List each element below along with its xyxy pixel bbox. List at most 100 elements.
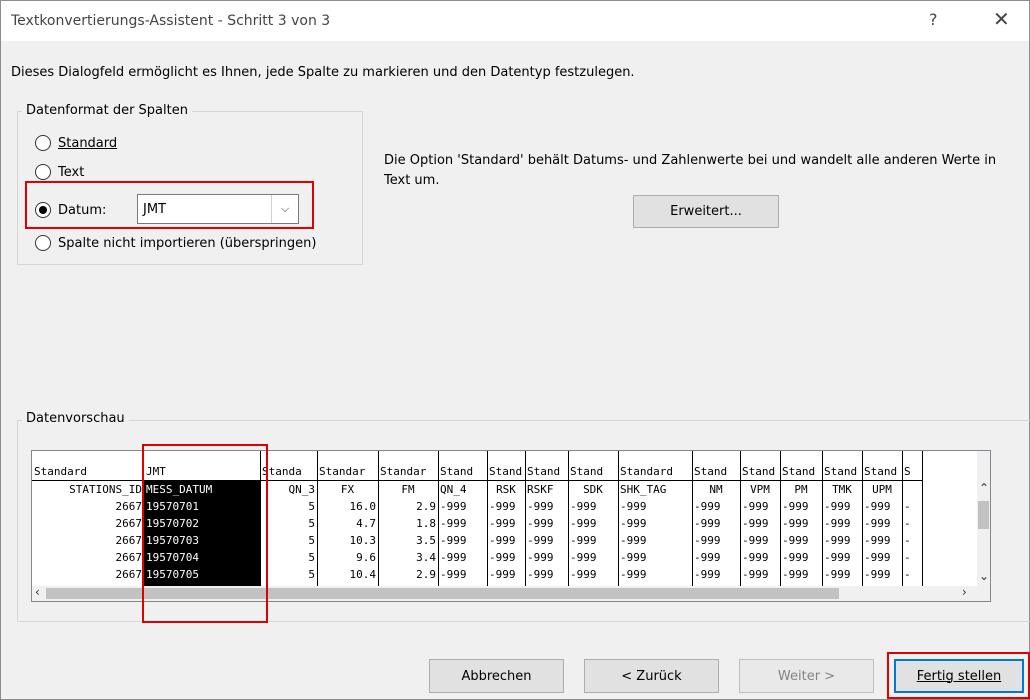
radio-standard[interactable]: Standard [35, 135, 117, 151]
preview-cell: -999 [864, 517, 891, 530]
preview-cell: -999 [782, 551, 809, 564]
preview-cell: -999 [694, 534, 721, 547]
radio-button[interactable] [35, 164, 51, 180]
column-type-header[interactable]: Stand [862, 463, 902, 481]
preview-cell: -999 [527, 551, 554, 564]
back-button[interactable]: < Zurück [584, 659, 719, 693]
radio-skip-label: Spalte nicht importieren (überspringen) [58, 235, 317, 251]
preview-column[interactable]: Standa QN_3 5 5 5 5 5 [260, 451, 318, 586]
vertical-scrollbar[interactable]: ⌃ ⌄ [977, 451, 990, 586]
cancel-button[interactable]: Abbrechen [429, 659, 564, 693]
radio-text[interactable]: Text [35, 164, 84, 180]
column-type-header[interactable]: Stand [487, 463, 525, 481]
preview-cell: -999 [620, 500, 647, 513]
preview-cell: 2667 [115, 500, 143, 513]
preview-cell: 5 [308, 500, 315, 513]
column-name-cell: UPM [872, 483, 892, 496]
preview-cell: -999 [782, 500, 809, 513]
preview-cell: 10.4 [349, 568, 377, 581]
next-button[interactable]: Weiter > [739, 659, 874, 693]
preview-column[interactable]: Standard SHK_TAG -999 -999 -999 -999 -999 [618, 451, 693, 586]
preview-cell: - [904, 517, 911, 530]
scroll-left-icon[interactable]: ‹ [35, 585, 40, 599]
radio-button[interactable] [35, 235, 51, 251]
title-bar: Textkonvertierungs-Assistent - Schritt 3… [1, 1, 1029, 41]
preview-cell: -999 [620, 534, 647, 547]
column-type-header[interactable]: Stand [740, 463, 780, 481]
preview-cell: -999 [742, 551, 769, 564]
preview-column[interactable]: Standar FM 2.9 1.8 3.5 3.4 2.9 [378, 451, 439, 586]
preview-column[interactable]: Stand UPM -999 -999 -999 -999 -999 [862, 451, 903, 586]
column-name-cell [902, 481, 922, 498]
column-name-cell: FM [401, 483, 415, 496]
preview-cell: -999 [570, 534, 597, 547]
column-type-header[interactable]: Stand [822, 463, 862, 481]
preview-column[interactable]: Stand QN_4 -999 -999 -999 -999 -999 [438, 451, 488, 586]
preview-cell: -999 [527, 517, 554, 530]
close-icon[interactable]: ✕ [993, 7, 1010, 31]
help-icon[interactable]: ? [929, 10, 938, 29]
preview-column[interactable]: Stand TMK -999 -999 -999 -999 -999 [822, 451, 863, 586]
preview-cell: -999 [782, 534, 809, 547]
column-type-header[interactable]: Standard [32, 463, 144, 481]
cancel-button-label: Abbrechen [461, 668, 532, 684]
data-preview-label: Datenvorschau [22, 411, 129, 426]
preview-cell: -999 [570, 568, 597, 581]
date-option-highlight [25, 181, 314, 229]
preview-cell: - [904, 551, 911, 564]
preview-cell: 2667 [115, 517, 143, 530]
intro-text: Dieses Dialogfeld ermöglicht es Ihnen, j… [11, 65, 635, 80]
preview-cell: -999 [694, 517, 721, 530]
preview-cell: -999 [742, 500, 769, 513]
column-type-header[interactable]: Standa [260, 463, 317, 481]
preview-cell: -999 [489, 534, 516, 547]
preview-cell: 10.3 [349, 534, 377, 547]
preview-cell: - [904, 500, 911, 513]
preview-cell: -999 [782, 517, 809, 530]
preview-cell: -999 [864, 500, 891, 513]
preview-cell: -999 [570, 551, 597, 564]
radio-button[interactable] [35, 135, 51, 151]
text-import-wizard-dialog: Textkonvertierungs-Assistent - Schritt 3… [0, 0, 1030, 700]
scroll-down-icon[interactable]: ⌄ [979, 569, 989, 583]
preview-column[interactable]: Stand RSK -999 -999 -999 -999 -999 [487, 451, 526, 586]
preview-column[interactable]: Standard STATIONS_ID 2667 2667 2667 2667 2667 [32, 451, 145, 586]
preview-cell: 2.9 [416, 568, 436, 581]
preview-column[interactable]: Stand NM -999 -999 -999 -999 -999 [692, 451, 741, 586]
preview-cell: 16.0 [349, 500, 377, 513]
column-type-header[interactable]: Stand [438, 463, 487, 481]
preview-cell: -999 [440, 568, 467, 581]
preview-cell: -999 [742, 517, 769, 530]
finish-button-highlight [887, 652, 1030, 699]
advanced-button[interactable]: Erweitert... [633, 195, 779, 228]
column-type-header[interactable]: Standard [618, 463, 692, 481]
column-type-header[interactable]: Standar [378, 463, 438, 481]
column-type-header[interactable]: Stand [692, 463, 740, 481]
preview-column[interactable]: Stand PM -999 -999 -999 -999 -999 [780, 451, 823, 586]
scroll-right-icon[interactable]: › [962, 585, 967, 599]
next-button-label: Weiter > [777, 668, 836, 684]
preview-cell: -999 [440, 551, 467, 564]
preview-column[interactable]: Standar FX 16.0 4.7 10.3 9.6 10.4 [317, 451, 379, 586]
column-name-cell: TMK [832, 483, 852, 496]
radio-standard-label: Standard [58, 135, 118, 151]
preview-column[interactable]: Stand VPM -999 -999 -999 -999 -999 [740, 451, 781, 586]
preview-column[interactable]: Stand SDK -999 -999 -999 -999 -999 [568, 451, 619, 586]
preview-cell: 5 [308, 551, 315, 564]
column-type-header[interactable]: Standar [317, 463, 378, 481]
preview-column[interactable]: Stand RSKF -999 -999 -999 -999 -999 [525, 451, 569, 586]
radio-skip-column[interactable]: Spalte nicht importieren (überspringen) [35, 235, 316, 251]
preview-column[interactable]: S - - - - - [902, 451, 923, 586]
scroll-up-icon[interactable]: ⌃ [979, 481, 989, 495]
column-name-cell: QN_3 [288, 483, 316, 496]
vertical-scroll-thumb[interactable] [978, 501, 989, 529]
preview-cell: 3.5 [416, 534, 436, 547]
preview-cell: -999 [440, 534, 467, 547]
column-name-cell: NM [709, 483, 723, 496]
column-name-cell: SDK [583, 483, 603, 496]
column-type-header[interactable]: Stand [525, 463, 568, 481]
column-type-header[interactable]: Stand [568, 463, 618, 481]
preview-cell: -999 [824, 534, 851, 547]
column-type-header[interactable]: S [902, 463, 922, 481]
column-type-header[interactable]: Stand [780, 463, 822, 481]
